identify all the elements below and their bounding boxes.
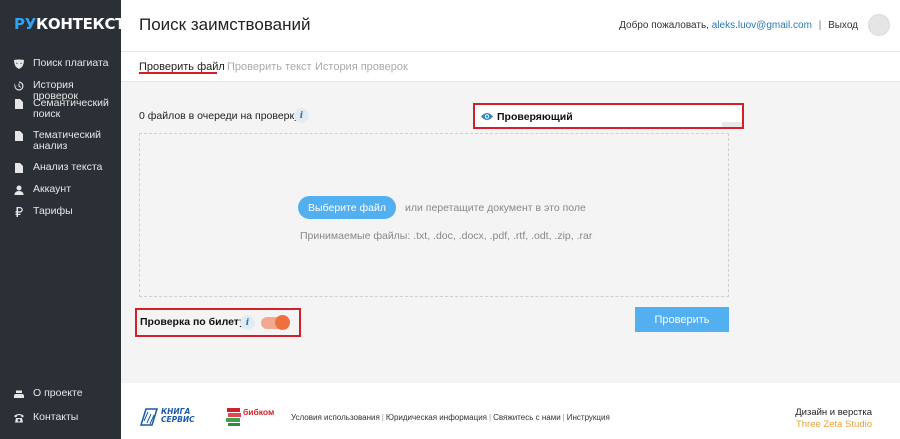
toggle-knob [275,315,290,330]
sidebar-item-history[interactable]: История проверок [0,80,121,102]
sidebar-item-semantic[interactable]: Семантический поиск [0,98,121,130]
studio-link[interactable]: Three Zeta Studio [795,419,872,431]
avatar[interactable] [868,14,890,36]
ticket-check-toggle[interactable] [261,315,290,330]
ticket-check-label: Проверка по билету [140,316,246,328]
history-icon [12,80,26,91]
footer-links: Условия использования | Юридическая информ… [291,413,610,422]
bibkom-logo[interactable]: бибком [225,404,275,430]
info-icon[interactable]: i [240,315,255,330]
sidebar-bottom-nav: О проекте Контакты [0,388,121,432]
design-credit: Дизайн и верстка Three Zeta Studio [795,407,872,431]
tab-bar: Проверить файл Проверить текст История п… [121,52,900,82]
reviewer-field[interactable]: Проверяющий [473,103,744,129]
footer-link-contact[interactable]: Свяжитесь с нами [493,413,561,422]
text-analysis-icon [12,162,26,173]
active-tab-underline [139,72,217,74]
sidebar-item-label: Контакты [33,411,79,423]
tab-check-text[interactable]: Проверить текст [227,61,312,73]
sidebar-item-about[interactable]: О проекте [0,388,121,412]
header-separator: | [818,20,822,31]
ruble-icon [12,206,26,217]
reviewer-field-edge [722,122,742,127]
queue-text: 0 файлов в очереди на проверку [139,110,300,122]
accepted-files-text: Принимаемые файлы: .txt, .doc, .docx, .p… [300,230,593,242]
sidebar-item-label: Аккаунт [33,183,72,195]
sidebar-item-label: О проекте [33,387,83,399]
eye-icon [481,113,493,120]
page-title: Поиск заимствований [139,15,311,34]
kniga-servis-logo[interactable]: КНИГА СЕРВИС [139,407,201,429]
footer-link-terms[interactable]: Условия использования [291,413,380,422]
queue-status: 0 файлов в очереди на проверку i [139,108,309,123]
logo-main: КОНТЕКСТ [35,15,126,33]
logout-link[interactable]: Выход [828,20,858,31]
sidebar-item-label: Поиск плагиата [33,57,109,69]
info-icon[interactable]: i [294,108,309,123]
welcome-area: Добро пожаловать, aleks.luov@gmail.com |… [619,20,858,31]
footer-link-separator: | [562,413,565,422]
sidebar-item-account[interactable]: Аккаунт [0,184,121,206]
sidebar-item-label: Тарифы [33,205,73,217]
footer-link-instructions[interactable]: Инструкция [567,413,610,422]
about-icon [12,388,26,399]
thematic-icon [12,130,26,141]
file-dropzone[interactable] [139,133,729,297]
sidebar-item-contacts[interactable]: Контакты [0,412,121,432]
kniga-logo-mark [139,408,159,426]
top-header: Поиск заимствований Добро пожаловать, al… [121,0,900,52]
sidebar-nav: Поиск плагиата История проверок Семантич… [0,58,121,226]
semantic-search-icon [12,98,26,109]
bibkom-logo-mark [226,408,241,426]
kniga-logo-text: КНИГА СЕРВИС [161,408,195,424]
tab-history[interactable]: История проверок [315,61,408,73]
kniga-logo-line2: СЕРВИС [161,415,195,424]
credit-text: Дизайн и верстка [795,407,872,418]
drop-hint: или перетащите документ в это поле [405,202,586,214]
sidebar-item-thematic[interactable]: Тематический анализ [0,130,121,162]
logo-accent: РУ [14,15,36,33]
sidebar-item-text-analysis[interactable]: Анализ текста [0,162,121,184]
choose-file-button[interactable]: Выберите файл [298,196,396,219]
user-email-link[interactable]: aleks.luov@gmail.com [712,20,812,31]
sidebar-item-label: Анализ текста [33,161,103,173]
sidebar-item-label: Тематический анализ [33,129,102,152]
footer: КНИГА СЕРВИС бибком Условия использования… [121,383,900,439]
sidebar-item-plagiarism[interactable]: Поиск плагиата [0,58,121,80]
check-button[interactable]: Проверить [635,307,729,332]
bibkom-logo-text: бибком [243,407,275,417]
footer-link-legal[interactable]: Юридическая информация [386,413,487,422]
reviewer-label: Проверяющий [497,111,573,123]
sidebar: РУКОНТЕКСТ Поиск плагиата История провер… [0,0,125,439]
sidebar-item-tariffs[interactable]: Тарифы [0,206,121,226]
phone-icon [12,412,26,423]
footer-link-separator: | [489,413,492,422]
welcome-text: Добро пожаловать, [619,20,709,31]
brand-logo[interactable]: РУКОНТЕКСТ [14,15,125,33]
sidebar-item-label: Семантический поиск [33,97,109,120]
footer-link-separator: | [381,413,384,422]
ticket-check-group: Проверка по билету i [135,308,301,337]
user-icon [12,184,26,195]
mask-icon [12,58,26,69]
